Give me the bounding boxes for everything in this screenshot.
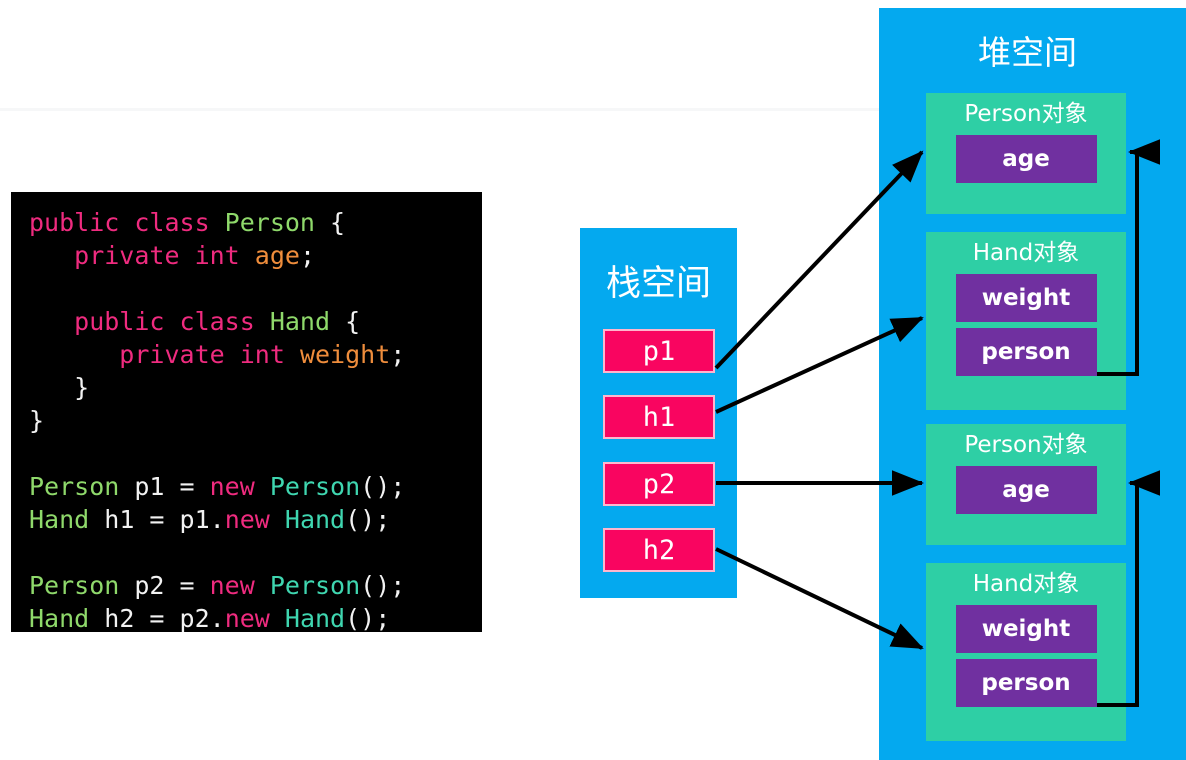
code-token: (); [345, 604, 391, 633]
code-token: new [224, 604, 285, 633]
object-title: Person对象 [964, 101, 1088, 127]
code-token: p1 = [119, 472, 210, 501]
field-weight: weight [955, 274, 1097, 322]
code-token: Person [224, 208, 315, 237]
code-token: (); [360, 472, 406, 501]
code-token: new [209, 571, 270, 600]
code-token: new [209, 472, 270, 501]
code-token: Hand [284, 604, 346, 633]
code-line: private int weight; [29, 338, 482, 371]
stack-slot-p2[interactable]: p2 [603, 462, 715, 506]
code-line: Person p2 = new Person(); [29, 569, 482, 602]
code-token: age [254, 241, 300, 270]
code-token: Hand [269, 307, 331, 336]
heap-object-person-1[interactable]: Person对象 age [926, 93, 1126, 214]
stack-slot-p1[interactable]: p1 [603, 329, 715, 373]
heap-title: 堆空间 [978, 33, 1077, 72]
code-token: p2 = [119, 571, 210, 600]
code-token: h1 = p1. [89, 505, 225, 534]
field-person: person [955, 659, 1097, 707]
code-token: } [29, 373, 90, 402]
field-person: person [955, 328, 1097, 376]
code-token: Person [269, 571, 361, 600]
code-token: Hand [29, 604, 90, 633]
field-weight: weight [955, 605, 1097, 653]
code-token: (); [345, 505, 391, 534]
code-token: private int [29, 241, 255, 270]
heap-object-hand-2[interactable]: Hand对象 weight person [926, 563, 1126, 741]
code-token: } [29, 406, 45, 435]
code-token: { [330, 307, 361, 336]
code-token: Hand [284, 505, 346, 534]
code-line: } [29, 404, 482, 437]
stack-slot-h2[interactable]: h2 [603, 528, 715, 572]
code-token: ; [299, 241, 315, 270]
code-line: public class Hand { [29, 305, 482, 338]
diagram-canvas: public class Person { private int age; p… [0, 0, 1186, 760]
code-line: private int age; [29, 239, 482, 272]
code-line: Hand h1 = p1.new Hand(); [29, 503, 482, 536]
stack-title: 栈空间 [605, 264, 711, 304]
code-line: Person p1 = new Person(); [29, 470, 482, 503]
object-title: Hand对象 [972, 571, 1080, 597]
code-token: ; [390, 340, 406, 369]
code-token: (); [360, 571, 406, 600]
code-token: public class [29, 208, 225, 237]
heap-object-hand-1[interactable]: Hand对象 weight person [926, 232, 1126, 410]
code-token: new [224, 505, 285, 534]
code-token: h2 = p2. [89, 604, 225, 633]
code-token: { [314, 208, 346, 237]
code-token: Hand [29, 505, 90, 534]
code-token: weight [299, 340, 391, 369]
code-token: Person [269, 472, 361, 501]
object-title: Hand对象 [972, 240, 1080, 266]
code-token: public class [29, 307, 270, 336]
code-token: private int [29, 340, 300, 369]
field-age: age [955, 135, 1097, 183]
code-token: Person [29, 571, 120, 600]
heap-object-person-2[interactable]: Person对象 age [926, 424, 1126, 545]
code-line: Hand h2 = p2.new Hand(); [29, 602, 482, 635]
object-title: Person对象 [964, 432, 1088, 458]
field-age: age [955, 466, 1097, 514]
code-line: public class Person { [29, 206, 482, 239]
java-code-block: public class Person { private int age; p… [11, 192, 482, 635]
code-token: Person [29, 472, 120, 501]
code-line: } [29, 371, 482, 404]
stack-slot-h1[interactable]: h1 [603, 395, 715, 439]
